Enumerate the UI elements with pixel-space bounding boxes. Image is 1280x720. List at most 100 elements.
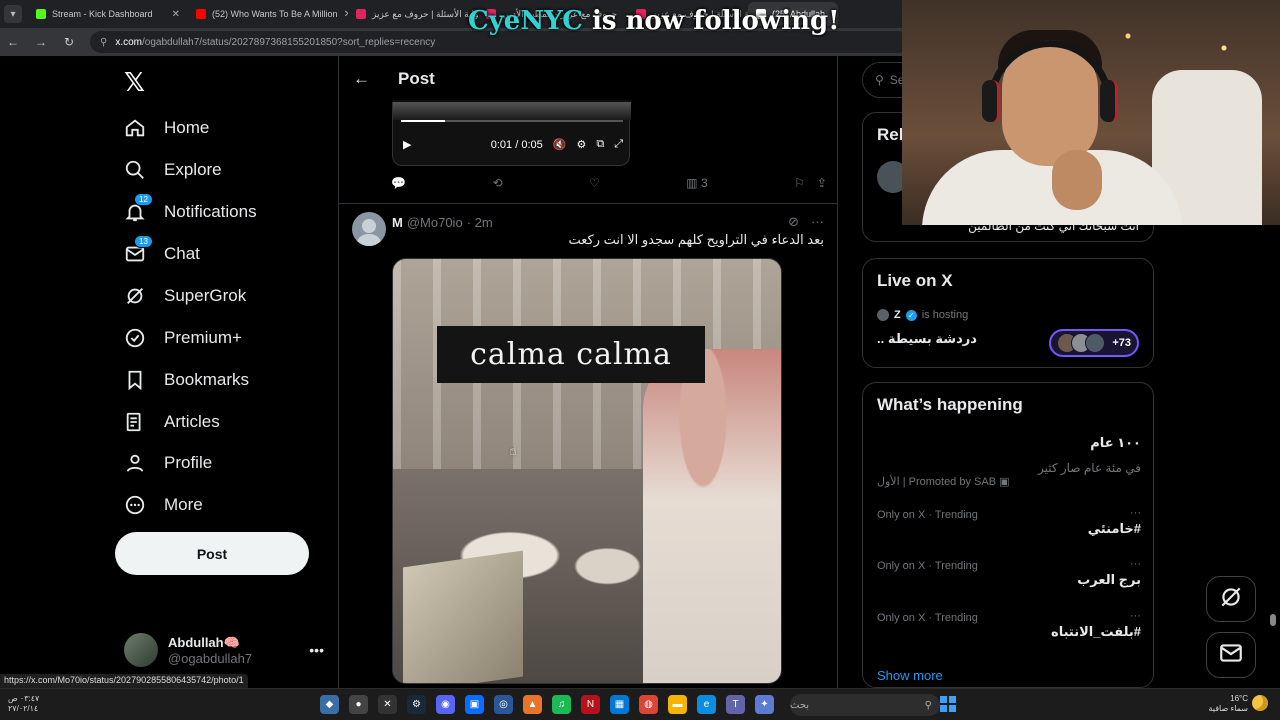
spotify-icon[interactable]: ♫ [552,695,571,714]
tab-search-icon[interactable]: ▾ [4,5,22,23]
post-media[interactable]: calma calma ☝ [392,258,782,684]
repost-icon[interactable]: ⟲ [492,176,502,190]
x-logo-icon[interactable]: 𝕏 [124,68,145,98]
grok-icon [1218,584,1244,615]
views-stat[interactable]: ▥ 3 [686,176,707,190]
forward-icon[interactable]: → [34,35,48,49]
trend-item[interactable]: Only on X · Trending ··· #بلفت_الانتباه [877,610,1141,640]
reply-icon[interactable]: 💬 [391,176,406,190]
post-time[interactable]: · 2m [467,215,493,230]
mute-icon[interactable]: 🔇 [553,138,567,151]
messages-fab[interactable] [1206,632,1256,678]
share-icon[interactable]: ⇪ [817,176,827,190]
teams-icon[interactable]: T [726,695,745,714]
app-icon[interactable]: ▲ [523,695,542,714]
follower-name: CyeNYC [468,6,583,36]
nav-home[interactable]: Home [124,108,209,148]
post-author-handle[interactable]: @Mo70io [407,215,463,230]
netflix-icon[interactable]: N [581,695,600,714]
browser-tab-1[interactable]: Stream - Kick Dashboard ✕ [28,2,188,26]
reload-icon[interactable]: ↻ [62,35,76,49]
prev-post-actions: 💬 ⟲ ♡ ▥ 3 ⚐ ⇪ [391,176,827,190]
webcam-overlay [902,0,1280,225]
taskbar-search[interactable]: بحث ⚲ [790,694,940,716]
mail-icon: 13 [124,235,153,265]
obs-icon[interactable]: ● [349,695,368,714]
account-switcher[interactable]: Abdullah🧠 @ogabdullah7 ••• [124,630,324,670]
play-icon[interactable]: ▶ [403,138,411,151]
grok-fab[interactable] [1206,576,1256,622]
nav-label: More [164,495,203,514]
video-progress-bar[interactable] [401,120,623,122]
discord-icon[interactable]: ◉ [436,695,455,714]
bookmark-icon[interactable]: ⚐ [794,176,805,190]
nav-label: Articles [164,412,220,431]
relevant-title: Rel [877,125,904,144]
more-dots-icon[interactable]: ··· [811,214,824,230]
tab-close-icon[interactable]: ✕ [172,9,180,20]
post-text: بعد الدعاء في التراويح كلهم سجدو الا انت… [568,232,825,247]
post-author-name[interactable]: M [392,215,403,230]
nav-supergrok[interactable]: SuperGrok [124,276,246,316]
steam-icon[interactable]: ⚙ [407,695,426,714]
views-icon: ▥ [686,176,698,190]
app-icon[interactable]: ✦ [755,695,774,714]
browser-tab-3[interactable]: بوابة الأسئلة | حروف مع عزيز [348,2,478,26]
url-host: x.com [115,36,142,48]
nav-articles[interactable]: Articles [124,402,220,442]
scrollbar-thumb[interactable] [1270,614,1276,626]
post-button[interactable]: Post [115,532,309,575]
bell-icon: 12 [124,193,153,223]
youtube-icon [196,9,206,19]
hosting-label: is hosting [921,309,969,321]
nav-more[interactable]: More [124,485,203,525]
verified-icon: ✓ [905,309,917,321]
nav-premium[interactable]: Premium+ [124,318,242,358]
grok-icon[interactable]: ⊘ [788,214,799,230]
show-more-link[interactable]: Show more [877,668,943,683]
more-dots-icon[interactable]: ··· [1130,558,1141,570]
fullscreen-icon[interactable]: ⤢ [614,138,623,151]
like-icon[interactable]: ♡ [589,176,600,190]
back-arrow-icon[interactable]: ← [353,69,370,89]
tab-label: (52) Who Wants To Be A Million [212,9,338,19]
settings-icon[interactable]: ⚙ [576,138,586,151]
trend-name: #بلفت_الانتباه [1051,624,1141,639]
space-title[interactable]: دردشة بسيطة .. [877,331,977,347]
app-icon[interactable]: ◆ [320,695,339,714]
listeners-button[interactable]: +73 [1049,329,1139,357]
nav-profile[interactable]: Profile [124,443,212,483]
nav-notifications[interactable]: 12 Notifications [124,192,257,232]
more-dots-icon[interactable]: ··· [1130,610,1141,622]
nav-explore[interactable]: Explore [124,150,222,190]
nav-bookmarks[interactable]: Bookmarks [124,360,249,400]
edge-icon[interactable]: e [697,695,716,714]
xbox-icon[interactable]: ✕ [378,695,397,714]
link-status-bar: https://x.com/Mo70io/status/202790285580… [0,674,248,688]
more-dots-icon[interactable]: ··· [1130,507,1141,519]
avatar[interactable] [352,212,386,246]
windows-start-icon[interactable] [940,696,956,712]
taskbar-clock[interactable]: ٠٣:٤٧ ص ٢٧/٠٢/١٤ [8,694,39,714]
site-info-icon[interactable]: ⚲ [100,37,107,48]
pip-icon[interactable]: ⧉ [596,138,604,151]
folder-icon[interactable]: ▬ [668,695,687,714]
mouse-cursor-icon: ☝ [509,443,517,458]
store-icon[interactable]: ▣ [465,695,484,714]
search-icon: ⚲ [924,699,932,711]
app-icon[interactable]: ◎ [494,695,513,714]
chrome-icon[interactable]: ◍ [639,695,658,714]
live-host[interactable]: Z ✓ is hosting [877,309,968,321]
more-dots-icon[interactable]: ••• [309,642,324,658]
trend-item[interactable]: ١٠٠ عام في مئة عام صار كثير ▣ Promoted b… [877,435,1141,488]
video-player[interactable]: ▶ 0:01 / 0:05 🔇 ⚙ ⧉ ⤢ [392,100,631,166]
back-icon[interactable]: ← [6,35,20,49]
trend-item[interactable]: Only on X · Trending ··· #خامنئي [877,507,1141,537]
nav-chat[interactable]: 13 Chat [124,234,200,274]
trend-item[interactable]: Only on X · Trending ··· برج العرب [877,558,1141,588]
browser-tab-2[interactable]: (52) Who Wants To Be A Million ✕ [188,2,348,26]
weather-widget[interactable]: 16°C سماء صافية [1200,694,1248,714]
whats-happening-title: What’s happening [877,395,1023,414]
store-icon[interactable]: ▦ [610,695,629,714]
mail-icon [1218,640,1244,671]
